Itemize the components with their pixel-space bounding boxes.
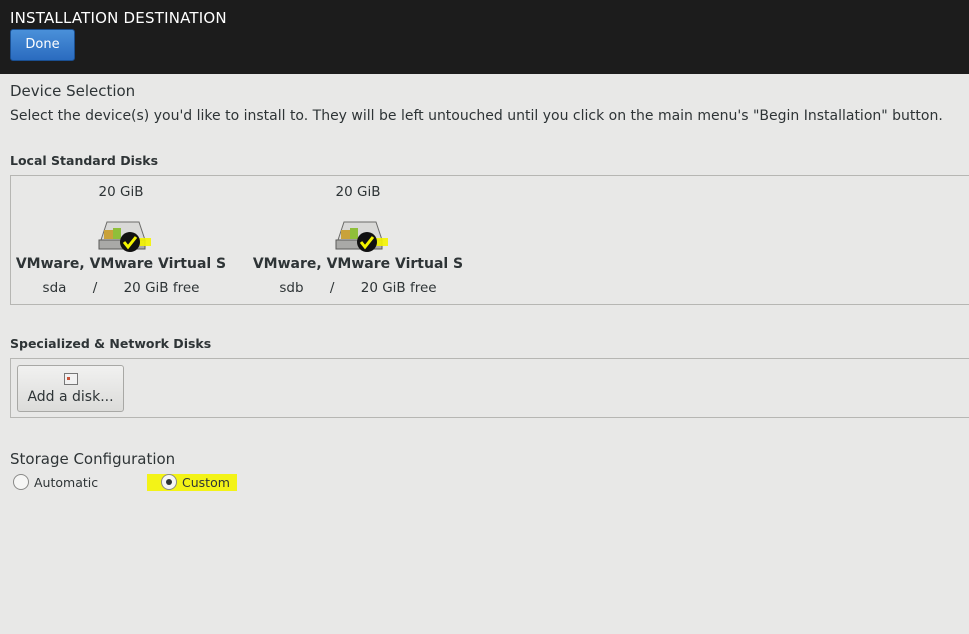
local-disks-panel: 20 GiB VMware, VMware Virtual S sda / 20… [10, 175, 969, 305]
disk-free: 20 GiB free [123, 280, 200, 296]
network-disks-label: Specialized & Network Disks [10, 336, 212, 351]
automatic-label[interactable]: Automatic [34, 475, 98, 490]
disk-free: 20 GiB free [360, 280, 437, 296]
disk-size: 20 GiB [98, 184, 144, 200]
disk-device: sda [42, 280, 67, 296]
done-button[interactable]: Done [10, 29, 75, 61]
hard-disk-icon [98, 221, 151, 252]
device-selection-title: Device Selection [10, 82, 136, 100]
automatic-radio[interactable] [13, 474, 29, 490]
local-disks-label: Local Standard Disks [10, 153, 159, 168]
custom-label[interactable]: Custom [182, 475, 230, 490]
disk-separator: / [92, 280, 98, 296]
page-title: INSTALLATION DESTINATION [10, 9, 227, 27]
custom-radio[interactable] [161, 474, 177, 490]
disk-info: sda / 20 GiB free [11, 280, 231, 296]
disk-separator: / [329, 280, 335, 296]
storage-configuration-title: Storage Configuration [10, 450, 176, 468]
disk-name: VMware, VMware Virtual S [15, 256, 227, 272]
disk-name: VMware, VMware Virtual S [252, 256, 464, 272]
top-bar: INSTALLATION DESTINATION Done [0, 0, 969, 74]
disk-device: sdb [279, 280, 304, 296]
hard-disk-icon [335, 221, 388, 252]
add-disk-button[interactable]: Add a disk... [17, 365, 124, 412]
add-disk-label: Add a disk... [27, 389, 114, 405]
disk-small-icon [64, 373, 78, 385]
device-selection-description: Select the device(s) you'd like to insta… [10, 108, 943, 124]
disk-info: sdb / 20 GiB free [248, 280, 468, 296]
network-disks-panel: Add a disk... [10, 358, 969, 418]
disk-size: 20 GiB [335, 184, 381, 200]
